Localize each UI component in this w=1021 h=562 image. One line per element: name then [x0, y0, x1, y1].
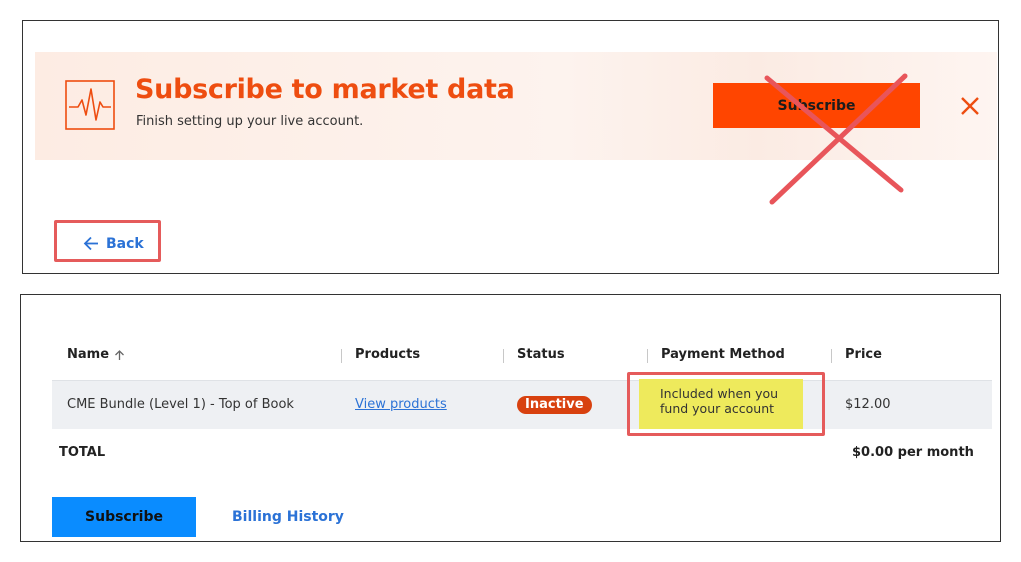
column-header-label: Products	[355, 347, 421, 362]
row-price: $12.00	[845, 397, 891, 412]
arrow-up-icon	[115, 349, 124, 360]
subscribe-dialog-panel: Subscribe to market data Finish setting …	[22, 20, 999, 274]
column-divider	[503, 349, 504, 363]
back-button[interactable]: Back	[83, 235, 144, 252]
column-header-products: Products	[355, 347, 420, 362]
column-header-label: Status	[517, 347, 565, 362]
column-divider	[831, 349, 832, 363]
column-divider	[341, 349, 342, 363]
billing-history-link[interactable]: Billing History	[232, 509, 344, 525]
close-icon[interactable]	[959, 95, 981, 117]
back-button-label: Back	[106, 235, 144, 252]
total-label: TOTAL	[59, 445, 106, 460]
payment-annotation-highlight	[627, 372, 825, 436]
column-header-label: Name	[67, 347, 110, 362]
view-products-link[interactable]: View products	[355, 397, 447, 412]
status-badge: Inactive	[517, 396, 592, 414]
column-header-payment-method: Payment Method	[661, 347, 785, 362]
pulse-icon	[65, 80, 115, 130]
subscriptions-panel: Name Products Status Payment Method Pric…	[20, 294, 1001, 542]
column-header-status: Status	[517, 347, 565, 362]
column-header-price: Price	[845, 347, 882, 362]
banner-subscribe-button[interactable]: Subscribe	[713, 83, 920, 128]
arrow-left-icon	[83, 236, 98, 251]
column-divider	[647, 349, 648, 363]
table-row: CME Bundle (Level 1) - Top of Book View …	[52, 381, 992, 429]
row-name: CME Bundle (Level 1) - Top of Book	[67, 397, 294, 412]
subscribe-button[interactable]: Subscribe	[52, 497, 196, 537]
page-subtitle: Finish setting up your live account.	[136, 114, 364, 129]
subscribe-banner: Subscribe to market data Finish setting …	[35, 52, 997, 205]
column-header-name[interactable]: Name	[67, 347, 125, 362]
column-header-label: Price	[845, 347, 882, 362]
column-header-label: Payment Method	[661, 347, 785, 362]
page-title: Subscribe to market data	[135, 74, 515, 105]
total-value: $0.00 per month	[852, 445, 974, 460]
